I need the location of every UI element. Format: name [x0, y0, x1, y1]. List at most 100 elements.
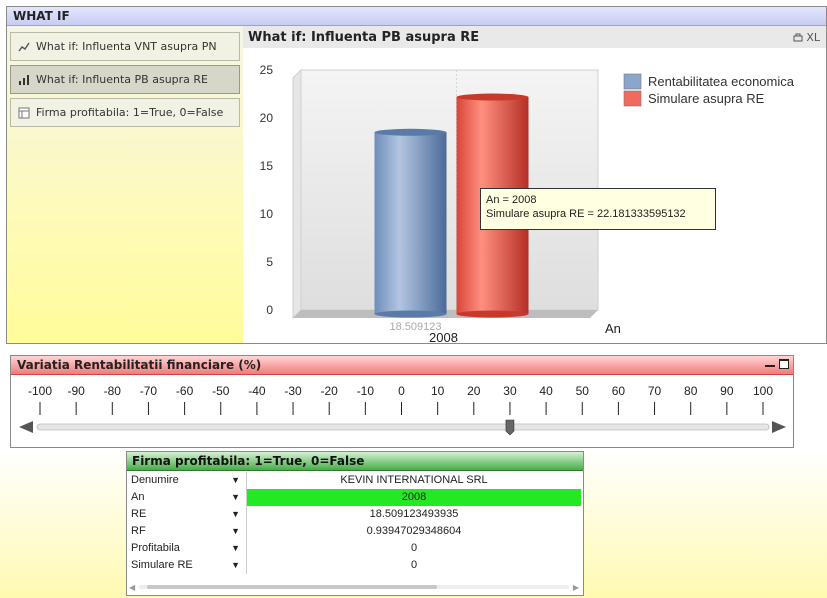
bar-base: [456, 310, 529, 318]
dropdown-arrow-icon[interactable]: ▼: [231, 506, 240, 523]
scroll-right-icon[interactable]: ▶: [573, 583, 579, 592]
y-tick-label: 20: [260, 111, 274, 125]
slider-tick-label: 40: [539, 384, 553, 398]
field-name: RE: [131, 508, 147, 520]
tab-label: Firma profitabila: 1=True, 0=False: [36, 106, 224, 119]
slider-tick-label: -70: [140, 384, 158, 398]
slider-tick-label: 10: [431, 384, 445, 398]
maximize-icon[interactable]: [779, 359, 789, 369]
slider-track-bar[interactable]: [36, 423, 770, 431]
slider-tick-label: -50: [212, 384, 230, 398]
tooltip-line-1: An = 2008: [486, 194, 537, 206]
slider-tick-label: -40: [248, 384, 266, 398]
slider-tick-label: 30: [503, 384, 517, 398]
field-name: Profitabila: [131, 542, 180, 554]
slider-tick-label: 50: [576, 384, 590, 398]
table-row[interactable]: An ▼ 2008: [129, 489, 581, 506]
data-table: Denumire ▼ KEVIN INTERNATIONAL SRL An ▼ 2008 R…: [129, 472, 581, 574]
whatif-title: WHAT IF: [7, 7, 826, 26]
xl-label: XL: [806, 31, 820, 44]
x-category-label: 2008: [429, 330, 458, 343]
table-row[interactable]: Profitabila ▼ 0: [129, 540, 581, 557]
field-value-cell[interactable]: 0: [247, 540, 581, 557]
slider-tick-label: 20: [467, 384, 481, 398]
whatif-panel: WHAT IF What if: Influenta VNT asupra PN…: [6, 6, 827, 344]
dropdown-arrow-icon[interactable]: ▼: [231, 489, 240, 506]
send-to-excel-button[interactable]: XL: [793, 31, 820, 44]
slider-left-arrow-icon[interactable]: [19, 421, 33, 433]
tab-vnt-pn[interactable]: What if: Influenta VNT asupra PN: [10, 32, 240, 61]
table-icon: [18, 107, 30, 119]
chart-title: What if: Influenta PB asupra RE: [248, 30, 480, 45]
table-row[interactable]: Denumire ▼ KEVIN INTERNATIONAL SRL: [129, 472, 581, 489]
field-value-cell[interactable]: 0: [247, 557, 581, 574]
bar-rentabilitatea-economica[interactable]: [374, 132, 447, 314]
table-panel: Firma profitabila: 1=True, 0=False Denum…: [126, 451, 584, 596]
tab-pb-re[interactable]: What if: Influenta PB asupra RE: [10, 65, 240, 94]
field-name-cell: RF ▼: [129, 523, 247, 540]
field-name: Simulare RE: [131, 559, 193, 571]
slider-title-text: Variatia Rentabilitatii financiare (%): [17, 358, 262, 372]
dropdown-arrow-icon[interactable]: ▼: [231, 472, 240, 489]
table-row[interactable]: Simulare RE ▼ 0: [129, 557, 581, 574]
bar-base: [374, 310, 447, 318]
field-name-cell: An ▼: [129, 489, 247, 506]
bar-chart-icon: [18, 74, 30, 86]
slider-tick-label: 100: [753, 384, 773, 398]
slider-tick-label: -80: [104, 384, 122, 398]
y-tick-label: 0: [266, 303, 273, 317]
slider-tick-label: 70: [648, 384, 662, 398]
tab-firma-profitabila[interactable]: Firma profitabila: 1=True, 0=False: [10, 98, 240, 127]
bar-top: [374, 128, 447, 136]
tab-strip: What if: Influenta VNT asupra PN What if…: [7, 26, 243, 343]
tab-label: What if: Influenta PB asupra RE: [36, 73, 208, 86]
slider-tick-label: -100: [28, 384, 52, 398]
field-name-cell: RE ▼: [129, 506, 247, 523]
y-tick-label: 15: [260, 159, 274, 173]
field-name-cell: Simulare RE ▼: [129, 557, 247, 574]
table-row[interactable]: RE ▼ 18.509123493935: [129, 506, 581, 523]
legend-label: Rentabilitatea economica: [648, 74, 795, 89]
chart-header: What if: Influenta PB asupra RE XL: [243, 26, 826, 48]
x-axis-label: An: [605, 321, 621, 336]
field-value-cell[interactable]: KEVIN INTERNATIONAL SRL: [247, 472, 581, 489]
field-name-cell: Profitabila ▼: [129, 540, 247, 557]
tooltip-line-2: Simulare asupra RE = 22.181333595132: [486, 208, 686, 220]
slider-tick-label: 0: [398, 384, 405, 398]
dropdown-arrow-icon[interactable]: ▼: [231, 523, 240, 540]
slider-right-arrow-icon[interactable]: [772, 421, 786, 433]
minimize-icon[interactable]: [765, 359, 775, 367]
slider-tick-label: -20: [321, 384, 339, 398]
scroll-thumb[interactable]: [147, 585, 438, 589]
horizontal-scrollbar[interactable]: ◀ ▶: [129, 582, 579, 592]
slider-title: Variatia Rentabilitatii financiare (%): [11, 356, 793, 375]
legend-label: Simulare asupra RE: [648, 91, 765, 106]
table-row[interactable]: RF ▼ 0.93947029348604: [129, 523, 581, 540]
slider-tick-label: -60: [176, 384, 194, 398]
field-value-cell[interactable]: 0.93947029348604: [247, 523, 581, 540]
slider-tick-label: -30: [284, 384, 302, 398]
slider-handle[interactable]: [505, 419, 515, 436]
plot-side-wall: [292, 68, 302, 320]
field-name: Denumire: [131, 474, 179, 486]
line-chart-icon: [18, 41, 30, 53]
slider-tick-label: -10: [357, 384, 375, 398]
dropdown-arrow-icon[interactable]: ▼: [231, 557, 240, 574]
field-value-cell[interactable]: 18.509123493935: [247, 506, 581, 523]
slider-tick-label: 80: [684, 384, 698, 398]
y-tick-label: 10: [260, 207, 274, 221]
field-name: An: [131, 491, 145, 503]
field-name: RF: [131, 525, 146, 537]
field-value-cell[interactable]: 2008: [247, 489, 581, 506]
field-name-cell: Denumire ▼: [129, 472, 247, 489]
dropdown-arrow-icon[interactable]: ▼: [231, 540, 240, 557]
slider-tick-label: 60: [612, 384, 626, 398]
slider-control[interactable]: -100 -90 -80 -70 -60 -50 -40 -30 -20 -10 0 10 20 30 40…: [11, 375, 793, 448]
scroll-left-icon[interactable]: ◀: [129, 583, 135, 592]
slider-tick-label: -90: [67, 384, 85, 398]
printer-icon: [793, 33, 803, 41]
slider-tick-label: 90: [720, 384, 734, 398]
chart-tooltip: An = 2008 Simulare asupra RE = 22.181333…: [480, 188, 716, 230]
tab-label: What if: Influenta VNT asupra PN: [36, 40, 217, 53]
slider-panel: Variatia Rentabilitatii financiare (%) -…: [10, 355, 794, 448]
